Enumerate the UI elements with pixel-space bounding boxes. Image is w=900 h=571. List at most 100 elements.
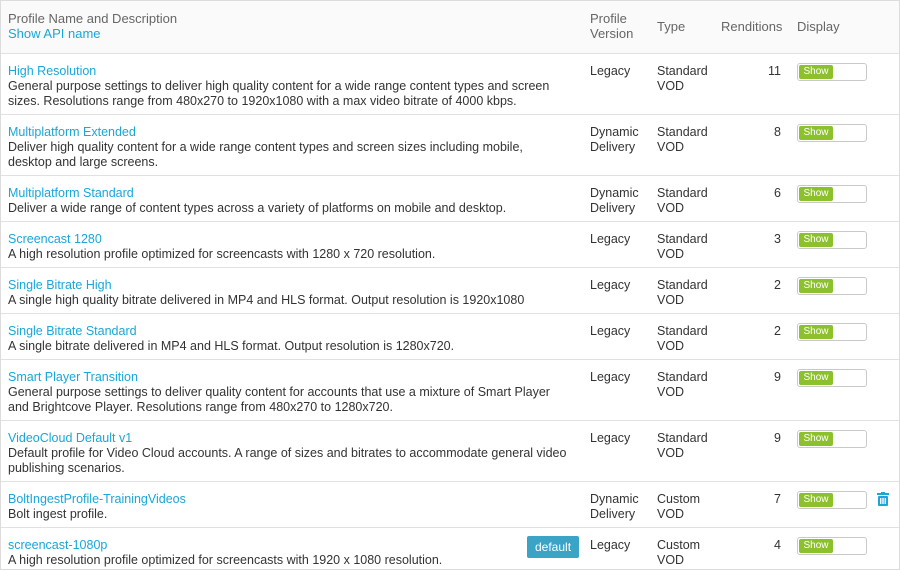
table-row: screencast-1080p A high resolution profi… (1, 527, 899, 571)
profile-description: A high resolution profile optimized for … (8, 247, 436, 261)
table-header: Profile Name and Description Show API na… (1, 1, 899, 53)
profile-type: Custom VOD (657, 492, 701, 521)
profile-name-cell: Screencast 1280 A high resolution profil… (8, 232, 568, 262)
profile-version: Legacy (590, 538, 631, 552)
profile-name-link[interactable]: VideoCloud Default v1 (8, 431, 568, 446)
profile-name-link[interactable]: BoltIngestProfile-TrainingVideos (8, 492, 568, 507)
display-toggle[interactable]: Show (797, 231, 867, 249)
profile-description: Deliver high quality content for a wide … (8, 140, 523, 169)
profile-description: A single high quality bitrate delivered … (8, 293, 525, 307)
display-toggle-on: Show (799, 279, 833, 293)
profile-name-link[interactable]: Smart Player Transition (8, 370, 568, 385)
display-toggle-on: Show (799, 233, 833, 247)
display-toggle[interactable]: Show (797, 63, 867, 81)
profile-name-cell: High Resolution General purpose settings… (8, 64, 568, 109)
profile-type: Standard VOD (657, 278, 708, 307)
profile-name-cell: Multiplatform Standard Deliver a wide ra… (8, 186, 568, 216)
trash-icon[interactable] (877, 492, 889, 506)
display-toggle-on: Show (799, 539, 833, 553)
profile-type: Custom VOD (657, 538, 701, 567)
profile-version: Dynamic Delivery (590, 492, 639, 521)
display-toggle[interactable]: Show (797, 430, 867, 448)
header-display-label: Display (797, 19, 840, 34)
display-toggle-switch[interactable]: Show (797, 277, 867, 295)
display-toggle-switch[interactable]: Show (797, 231, 867, 249)
profile-description: General purpose settings to deliver qual… (8, 385, 550, 414)
profile-type: Standard VOD (657, 232, 708, 261)
renditions-count: 8 (774, 125, 781, 139)
table-row: Screencast 1280 A high resolution profil… (1, 221, 899, 267)
profile-description: Deliver a wide range of content types ac… (8, 201, 507, 215)
profile-type: Standard VOD (657, 431, 708, 460)
profile-type: Standard VOD (657, 125, 708, 154)
display-toggle[interactable]: Show (797, 323, 867, 341)
profile-description: General purpose settings to deliver high… (8, 79, 550, 108)
profile-name-cell: Smart Player Transition General purpose … (8, 370, 568, 415)
profile-name-cell: Single Bitrate High A single high qualit… (8, 278, 568, 308)
display-toggle-on: Show (799, 493, 833, 507)
profile-description: A high resolution profile optimized for … (8, 553, 443, 567)
profile-version: Dynamic Delivery (590, 125, 639, 154)
table-row: Single Bitrate High A single high qualit… (1, 267, 899, 313)
table-row: BoltIngestProfile-TrainingVideos Bolt in… (1, 481, 899, 527)
header-version-column: Profile Version (590, 11, 650, 41)
profile-type: Standard VOD (657, 324, 708, 353)
profile-name-link[interactable]: screencast-1080p (8, 538, 568, 553)
display-toggle[interactable]: Show (797, 369, 867, 387)
default-badge: default (527, 536, 580, 558)
profile-type: Standard VOD (657, 370, 708, 399)
header-version-label-2: Version (590, 26, 634, 41)
table-row: Single Bitrate Standard A single bitrate… (1, 313, 899, 359)
display-toggle-on: Show (799, 371, 833, 385)
profile-name-link[interactable]: Screencast 1280 (8, 232, 568, 247)
header-type-label: Type (657, 19, 686, 34)
table-row: Smart Player Transition General purpose … (1, 359, 899, 420)
header-name-label: Profile Name and Description (8, 11, 178, 26)
profile-name-link[interactable]: Single Bitrate High (8, 278, 568, 293)
display-toggle[interactable]: Show (797, 491, 867, 509)
profile-version: Legacy (590, 278, 631, 292)
display-toggle-on: Show (799, 432, 833, 446)
profile-version: Legacy (590, 370, 631, 384)
display-toggle[interactable]: Show (797, 185, 867, 203)
display-toggle[interactable]: Show (797, 277, 867, 295)
profile-name-link[interactable]: Multiplatform Extended (8, 125, 568, 140)
show-api-name-link[interactable]: Show API name (8, 26, 568, 41)
profile-version: Legacy (590, 324, 631, 338)
renditions-count: 2 (774, 324, 781, 338)
profile-version: Dynamic Delivery (590, 186, 639, 215)
display-toggle-switch[interactable]: Show (797, 369, 867, 387)
profile-name-link[interactable]: Single Bitrate Standard (8, 324, 568, 339)
profile-name-cell: Multiplatform Extended Deliver high qual… (8, 125, 568, 170)
renditions-count: 2 (774, 278, 781, 292)
renditions-count: 11 (768, 64, 781, 78)
header-version-label-1: Profile (590, 11, 627, 26)
display-toggle[interactable]: Show (797, 124, 867, 142)
profile-name-link[interactable]: High Resolution (8, 64, 568, 79)
profile-version: Legacy (590, 431, 631, 445)
display-toggle-switch[interactable]: Show (797, 430, 867, 448)
profile-description: Default profile for Video Cloud accounts… (8, 446, 567, 475)
profile-description: Bolt ingest profile. (8, 507, 108, 521)
display-toggle-on: Show (799, 126, 833, 140)
profile-version: Legacy (590, 232, 631, 246)
display-toggle-switch[interactable]: Show (797, 323, 867, 341)
display-toggle-switch[interactable]: Show (797, 124, 867, 142)
profile-type: Standard VOD (657, 186, 708, 215)
display-toggle-switch[interactable]: Show (797, 63, 867, 81)
profile-type: Standard VOD (657, 64, 708, 93)
profile-name-link[interactable]: Multiplatform Standard (8, 186, 568, 201)
renditions-count: 7 (774, 492, 781, 506)
display-toggle-switch[interactable]: Show (797, 185, 867, 203)
profiles-table: Profile Name and Description Show API na… (0, 0, 900, 570)
header-name-column: Profile Name and Description Show API na… (8, 11, 568, 41)
renditions-count: 9 (774, 370, 781, 384)
table-row: VideoCloud Default v1 Default profile fo… (1, 420, 899, 481)
display-toggle[interactable]: Show (797, 537, 867, 555)
display-toggle-switch[interactable]: Show (797, 491, 867, 509)
table-row: Multiplatform Standard Deliver a wide ra… (1, 175, 899, 221)
renditions-count: 3 (774, 232, 781, 246)
profile-name-cell: screencast-1080p A high resolution profi… (8, 538, 568, 568)
display-toggle-switch[interactable]: Show (797, 537, 867, 555)
table-row: Multiplatform Extended Deliver high qual… (1, 114, 899, 175)
